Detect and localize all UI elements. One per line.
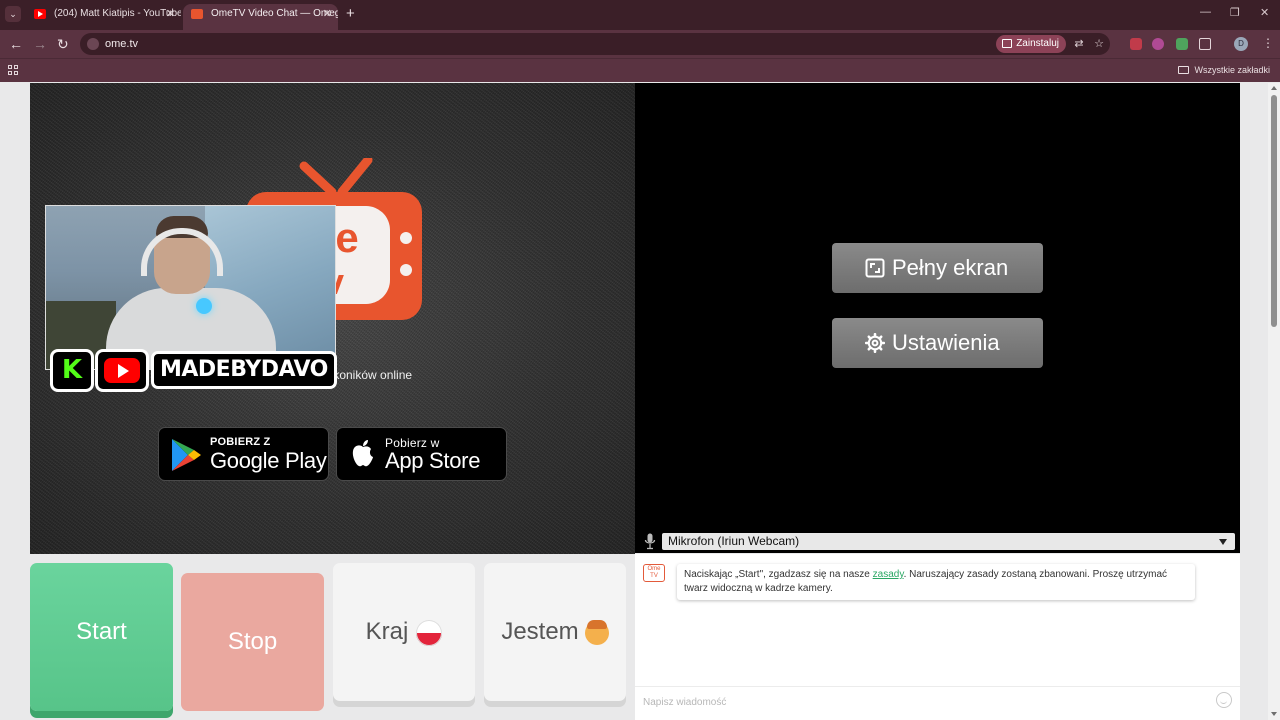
google-play-button[interactable]: POBIERZ Z Google Play <box>158 427 329 481</box>
url-text[interactable]: ome.tv <box>105 33 138 55</box>
youtube-favicon-icon <box>34 9 46 19</box>
start-button[interactable]: Start <box>30 563 173 711</box>
tab-strip: ⌄ (204) Matt Kiatipis - YouTube ✕ OmeTV … <box>0 0 1280 30</box>
address-bar[interactable]: ome.tv Zainstaluj ⇄ ☆ <box>80 33 1110 55</box>
close-tab-icon[interactable]: ✕ <box>323 4 332 24</box>
all-bookmarks-label: Wszystkie zakładki <box>1194 65 1270 75</box>
chat-input-row <box>635 686 1240 720</box>
bookmark-star-icon[interactable]: ☆ <box>1092 37 1106 51</box>
apps-grid-icon[interactable] <box>8 65 18 75</box>
country-button[interactable]: Kraj <box>333 563 475 701</box>
extensions-puzzle-icon[interactable] <box>1199 38 1211 50</box>
ometv-favicon-icon <box>191 9 203 19</box>
forward-arrow-icon[interactable]: → <box>33 36 47 52</box>
tab-ometv[interactable]: OmeTV Video Chat — Omegle ✕ <box>183 4 338 30</box>
country-label: Kraj <box>365 618 409 645</box>
streamer-webcam-overlay <box>45 205 336 370</box>
extension-green-icon[interactable] <box>1176 38 1188 50</box>
tab-title: OmeTV Video Chat — Omegle <box>211 8 338 19</box>
stop-button[interactable]: Stop <box>181 573 324 711</box>
microphone-bar: Mikrofon (Iriun Webcam) <box>635 531 1240 553</box>
all-bookmarks-button[interactable]: Wszystkie zakładki <box>1178 59 1270 81</box>
app-store-button[interactable]: Pobierz w App Store <box>336 427 507 481</box>
youtube-logo-icon <box>95 349 149 392</box>
scroll-down-arrow-icon[interactable] <box>1271 712 1277 716</box>
youtube-play-icon <box>118 364 129 378</box>
google-play-small-text: POBIERZ Z <box>210 436 271 448</box>
fullscreen-icon <box>865 258 885 278</box>
microphone-select[interactable]: Mikrofon (Iriun Webcam) <box>662 533 1235 550</box>
install-app-button[interactable]: Zainstaluj <box>996 35 1066 53</box>
fullscreen-button[interactable]: Pełny ekran <box>832 243 1043 293</box>
chat-panel: Ome TV Naciskając „Start", zgadzasz się … <box>635 554 1240 720</box>
extension-shield-icon[interactable] <box>1152 38 1164 50</box>
boy-face-icon <box>584 619 609 645</box>
new-tab-button[interactable]: + <box>346 5 355 22</box>
microphone-light-icon <box>196 298 212 314</box>
tab-search-button[interactable]: ⌄ <box>5 6 21 22</box>
settings-label: Ustawienia <box>892 330 1000 355</box>
apple-icon <box>352 440 373 467</box>
scroll-up-arrow-icon[interactable] <box>1271 86 1277 90</box>
chat-message-input[interactable] <box>643 693 1203 711</box>
close-tab-icon[interactable]: ✕ <box>166 4 175 24</box>
start-label: Start <box>76 618 127 645</box>
translate-icon[interactable]: ⇄ <box>1072 37 1086 51</box>
gear-icon <box>865 333 885 353</box>
system-message: Naciskając „Start", zgadzasz się na nasz… <box>677 564 1195 600</box>
install-label: Zainstaluj <box>1016 38 1059 49</box>
message-text-start: Naciskając „Start", zgadzasz się na nasz… <box>684 569 873 580</box>
kick-logo-icon: K <box>50 349 94 392</box>
close-window-icon[interactable]: ✕ <box>1260 6 1269 19</box>
profile-avatar[interactable]: D <box>1234 37 1248 51</box>
browser-toolbar: ← → ↻ ome.tv Zainstaluj ⇄ ☆ D ⋮ <box>0 30 1280 58</box>
rules-link[interactable]: zasady <box>873 569 904 580</box>
tab-title: (204) Matt Kiatipis - YouTube <box>54 8 181 19</box>
chevron-down-icon <box>1219 539 1227 545</box>
microphone-selected-value: Mikrofon (Iriun Webcam) <box>668 534 800 548</box>
scrollbar-thumb[interactable] <box>1271 95 1277 327</box>
poland-flag-icon <box>416 619 443 646</box>
google-play-big-text: Google Play <box>210 448 327 473</box>
back-arrow-icon[interactable]: ← <box>9 36 23 52</box>
restore-icon[interactable]: ❐ <box>1230 6 1240 19</box>
gender-label: Jestem <box>501 618 579 645</box>
tab-youtube[interactable]: (204) Matt Kiatipis - YouTube ✕ <box>26 4 181 30</box>
own-video-panel: Pełny ekran Ustawienia <box>635 83 1240 531</box>
install-icon <box>1002 39 1013 48</box>
stop-label: Stop <box>227 628 278 655</box>
folder-icon <box>1178 66 1190 74</box>
emoji-icon[interactable] <box>1216 692 1232 708</box>
app-store-big-text: App Store <box>385 448 481 473</box>
minimize-icon[interactable]: — <box>1200 6 1211 18</box>
browser-menu-icon[interactable]: ⋮ <box>1262 36 1274 50</box>
bookmarks-bar: Wszystkie zakładki <box>0 58 1280 82</box>
google-play-icon <box>172 439 201 471</box>
site-info-icon[interactable] <box>87 38 99 50</box>
extension-adblock-icon[interactable] <box>1130 38 1142 50</box>
channel-name: MADEBYDAVO <box>151 351 337 389</box>
gender-button[interactable]: Jestem <box>484 563 626 701</box>
ometv-avatar-icon: Ome TV <box>643 564 665 582</box>
reload-icon[interactable]: ↻ <box>57 36 69 52</box>
fullscreen-label: Pełny ekran <box>892 255 1009 280</box>
microphone-icon <box>644 533 656 550</box>
settings-button[interactable]: Ustawienia <box>832 318 1043 368</box>
